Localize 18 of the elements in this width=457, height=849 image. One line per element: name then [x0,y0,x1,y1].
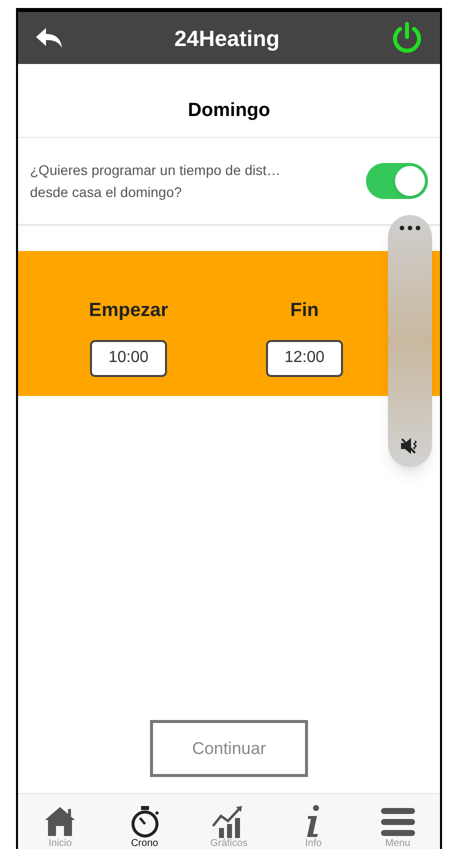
tab[interactable]: Crono [112,804,177,849]
tab[interactable]: Gráficos [196,804,261,849]
tab[interactable]: Inicio [28,804,92,849]
end-label: Fin [290,299,319,323]
info-icon [306,804,320,838]
question-text: ¿Quieres programar un tiempo de dist… desde casa el domingo? [30,161,281,202]
day-title: Domingo [188,98,270,122]
back-arrow-icon[interactable] [34,26,64,50]
app-title: 24Heating [174,24,280,53]
power-icon[interactable] [390,21,424,55]
start-time-field[interactable]: 10:00 [90,340,167,376]
tab[interactable]: Info [281,804,346,849]
tab[interactable]: Menu [366,804,430,849]
more-icon[interactable] [398,225,422,231]
continue-button[interactable]: Continuar [150,720,308,777]
start-label: Empezar [88,299,168,323]
end-time-field[interactable]: 12:00 [266,340,343,376]
toggle-switch[interactable] [366,163,428,199]
